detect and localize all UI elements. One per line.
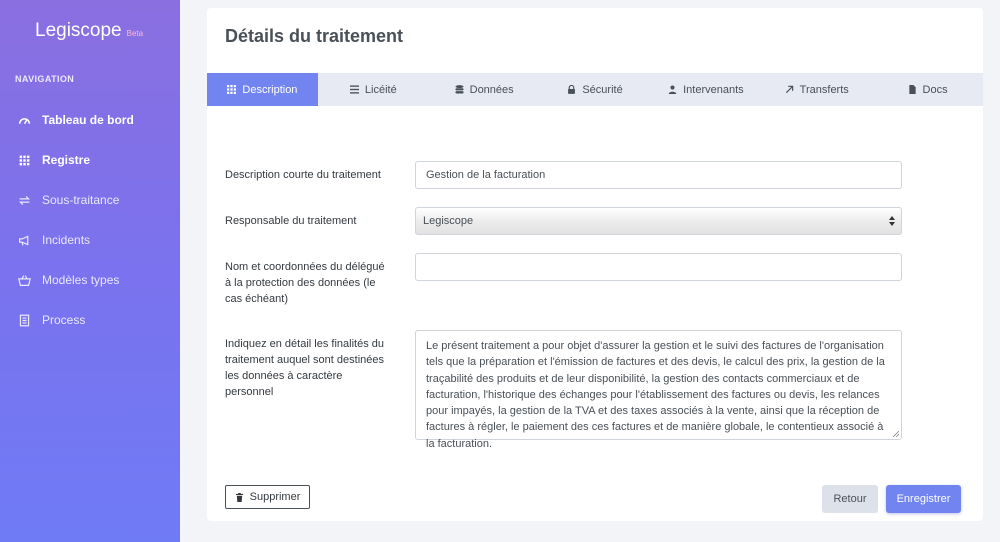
- user-icon: [668, 85, 677, 94]
- beta-badge: Beta: [126, 29, 144, 38]
- sidebar-item-label: Incidents: [42, 233, 91, 247]
- sidebar-nav: Tableau de bord Registre Sous-traitance …: [0, 100, 180, 340]
- sidebar-item-sous-traitance[interactable]: Sous-traitance: [0, 180, 180, 220]
- sidebar-item-label: Registre: [42, 153, 91, 167]
- purposes-label: Indiquez en détail les finalités du trai…: [225, 338, 384, 398]
- tab-label: Docs: [922, 83, 948, 96]
- grid-icon: [227, 85, 237, 94]
- sidebar: Legiscope Beta NAVIGATION Tableau de bor…: [0, 0, 180, 542]
- select-arrows-icon: [889, 216, 895, 226]
- database-icon: [455, 85, 464, 94]
- tab-securite[interactable]: Sécurité: [540, 73, 651, 106]
- tab-description[interactable]: Description: [207, 73, 318, 106]
- trash-icon: [235, 492, 243, 502]
- tab-docs[interactable]: Docs: [872, 73, 983, 106]
- brand-logo[interactable]: Legiscope Beta: [35, 20, 143, 42]
- save-button[interactable]: Enregistrer: [886, 485, 961, 513]
- grid-icon: [19, 155, 30, 165]
- file-icon: [908, 85, 916, 94]
- purposes-text: Le présent traitement a pour objet d'ass…: [426, 340, 885, 450]
- tab-label: Licéité: [364, 83, 397, 96]
- tab-transferts[interactable]: Transferts: [761, 73, 872, 106]
- nav-heading: NAVIGATION: [15, 74, 75, 84]
- delete-button-label: Supprimer: [249, 491, 301, 503]
- list-icon: [349, 85, 359, 94]
- tab-label: Transferts: [799, 83, 849, 96]
- page-title: Détails du traitement: [225, 26, 404, 46]
- responsible-selected-value: Legiscope: [423, 215, 474, 227]
- tab-label: Sécurité: [582, 83, 623, 96]
- back-button[interactable]: Retour: [822, 485, 878, 513]
- short-description-label: Description courte du traitement: [225, 169, 381, 181]
- delete-button[interactable]: Supprimer: [225, 485, 310, 509]
- tab-intervenants[interactable]: Intervenants: [650, 73, 761, 106]
- sidebar-item-modeles-types[interactable]: Modèles types: [0, 260, 180, 300]
- tab-liceite[interactable]: Licéité: [318, 73, 429, 106]
- purposes-textarea[interactable]: Le présent traitement a pour objet d'ass…: [415, 330, 902, 450]
- sidebar-item-label: Tableau de bord: [42, 113, 134, 127]
- short-description-input[interactable]: Gestion de la facturation: [415, 161, 902, 189]
- sidebar-item-label: Modèles types: [42, 273, 120, 287]
- responsible-label: Responsable du traitement: [225, 215, 357, 227]
- sidebar-item-label: Process: [42, 313, 86, 327]
- sidebar-item-label: Sous-traitance: [42, 193, 120, 207]
- basket-icon: [18, 274, 31, 286]
- sidebar-item-dashboard[interactable]: Tableau de bord: [0, 100, 180, 140]
- responsible-select[interactable]: Legiscope: [415, 207, 902, 235]
- sidebar-item-process[interactable]: Process: [0, 300, 180, 340]
- exchange-icon: [18, 195, 31, 205]
- tab-label: Données: [469, 83, 514, 96]
- resize-handle-icon[interactable]: [893, 431, 899, 437]
- megaphone-icon: [19, 235, 29, 246]
- brand-name: Legiscope: [35, 20, 122, 41]
- arrow-icon: [785, 85, 793, 94]
- sidebar-item-incidents[interactable]: Incidents: [0, 220, 180, 260]
- tab-bar: Description Licéité Données Sécurité Int…: [207, 73, 983, 106]
- lock-icon: [568, 85, 576, 94]
- tab-donnees[interactable]: Données: [429, 73, 540, 106]
- gauge-icon: [18, 117, 31, 124]
- dpo-input[interactable]: [415, 253, 902, 281]
- document-icon: [19, 314, 30, 326]
- tab-label: Description: [242, 83, 298, 96]
- treatment-details-card: Détails du traitement Description Licéit…: [207, 8, 983, 521]
- sidebar-item-registre[interactable]: Registre: [0, 140, 180, 180]
- dpo-label: Nom et coordonnées du délégué à la prote…: [225, 261, 385, 305]
- tab-label: Intervenants: [683, 83, 744, 96]
